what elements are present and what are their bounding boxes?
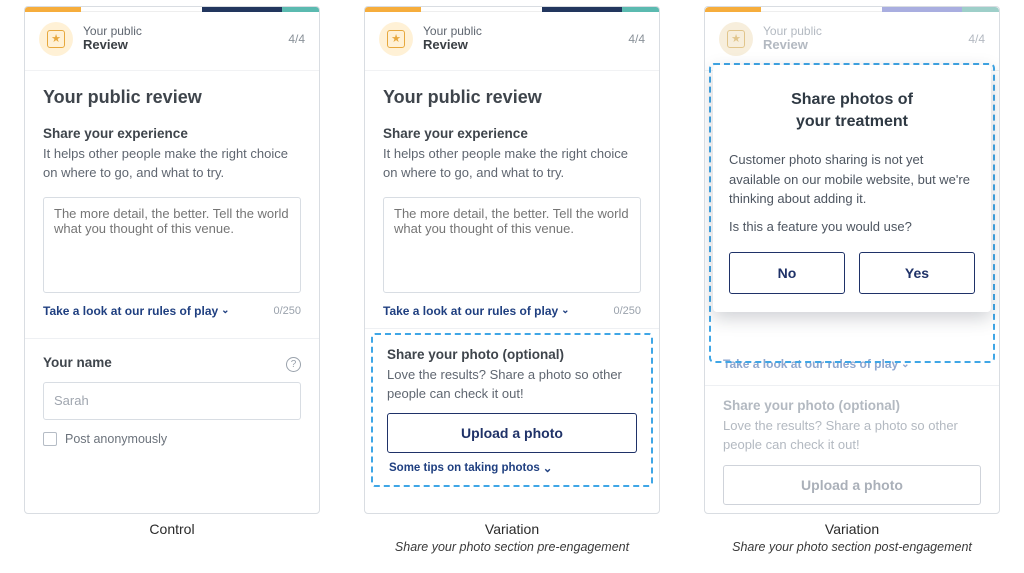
- header-line2: Review: [763, 38, 968, 53]
- header-line1: Your public: [763, 25, 968, 39]
- photo-upload-section: Share your photo (optional) Love the res…: [371, 333, 653, 488]
- header-text: Your public Review: [763, 25, 968, 54]
- header-text: Your public Review: [423, 25, 628, 54]
- header: ★ Your public Review 4/4: [25, 12, 319, 71]
- overlay-buttons: No Yes: [729, 252, 975, 294]
- star-icon: ★: [387, 30, 405, 48]
- rules-link-text: Take a look at our rules of play: [43, 304, 218, 318]
- header-line2: Review: [83, 38, 288, 53]
- header-text: Your public Review: [83, 25, 288, 54]
- page-title: Your public review: [43, 87, 301, 108]
- caption-variation-pre: Variation Share your photo section pre-e…: [395, 520, 629, 556]
- divider: [705, 385, 999, 386]
- anonymous-label: Post anonymously: [65, 432, 167, 446]
- overlay-body: Customer photo sharing is not yet availa…: [729, 150, 975, 209]
- body: Your public review Share your experience…: [25, 71, 319, 456]
- phone-control: ★ Your public Review 4/4 Your public rev…: [24, 6, 320, 514]
- overlay-no-button[interactable]: No: [729, 252, 845, 294]
- anonymous-checkbox[interactable]: [43, 432, 57, 446]
- step-indicator: 4/4: [968, 32, 985, 46]
- photo-tips-link[interactable]: Some tips on taking photos ⌄: [387, 461, 637, 475]
- caption-pre-main: Variation: [395, 520, 629, 539]
- rules-link-text: Take a look at our rules of play: [383, 304, 558, 318]
- rules-of-play-link[interactable]: Take a look at our rules of play ⌄: [723, 357, 910, 371]
- feature-survey-overlay: Share photos of your treatment Customer …: [713, 65, 991, 312]
- step-indicator: 4/4: [628, 32, 645, 46]
- textarea-underrow: Take a look at our rules of play ⌄: [705, 357, 999, 371]
- star-badge-icon: ★: [379, 22, 413, 56]
- header-line1: Your public: [83, 25, 288, 39]
- review-textarea[interactable]: [383, 197, 641, 293]
- progress-bar: [365, 7, 659, 12]
- photo-subhead: Share your photo (optional): [723, 398, 981, 413]
- overlay-title: Share photos of your treatment: [729, 89, 975, 132]
- anon-row: Post anonymously: [43, 432, 301, 446]
- col-variation-pre: ★ Your public Review 4/4 Your public rev…: [364, 6, 660, 556]
- share-desc: It helps other people make the right cho…: [383, 145, 641, 183]
- star-badge-icon: ★: [39, 22, 73, 56]
- star-icon: ★: [727, 30, 745, 48]
- caption-post-sub: Share your photo section post-engagement: [732, 539, 972, 556]
- chevron-down-icon: ⌄: [901, 359, 909, 370]
- rules-of-play-link[interactable]: Take a look at our rules of play ⌄: [43, 304, 230, 318]
- star-badge-icon: ★: [719, 22, 753, 56]
- photo-desc: Love the results? Share a photo so other…: [387, 366, 637, 404]
- share-desc: It helps other people make the right cho…: [43, 145, 301, 183]
- share-subhead: Share your experience: [383, 126, 641, 141]
- name-label: Your name: [43, 355, 112, 370]
- upload-photo-button[interactable]: Upload a photo: [723, 465, 981, 505]
- textarea-underrow: Take a look at our rules of play ⌄ 0/250: [43, 304, 301, 318]
- step-indicator: 4/4: [288, 32, 305, 46]
- star-icon: ★: [47, 30, 65, 48]
- comparison-row: ★ Your public Review 4/4 Your public rev…: [10, 6, 1014, 556]
- name-label-row: Your name ?: [43, 355, 301, 374]
- rules-of-play-link[interactable]: Take a look at our rules of play ⌄: [383, 304, 570, 318]
- caption-post-main: Variation: [732, 520, 972, 539]
- phone-variation-pre: ★ Your public Review 4/4 Your public rev…: [364, 6, 660, 514]
- header-line1: Your public: [423, 25, 628, 39]
- chevron-down-icon: ⌄: [561, 305, 569, 316]
- photo-tips-text: Some tips on taking photos: [389, 462, 540, 474]
- share-subhead: Share your experience: [43, 126, 301, 141]
- col-control: ★ Your public Review 4/4 Your public rev…: [24, 6, 320, 556]
- photo-desc: Love the results? Share a photo so other…: [723, 417, 981, 455]
- divider: [365, 328, 659, 329]
- header: ★ Your public Review 4/4: [365, 12, 659, 71]
- caption-control: Control: [149, 520, 194, 539]
- caption-pre-sub: Share your photo section pre-engagement: [395, 539, 629, 556]
- help-icon[interactable]: ?: [286, 357, 301, 372]
- char-counter: 0/250: [273, 305, 301, 317]
- char-counter: 0/250: [613, 305, 641, 317]
- chevron-down-icon: ⌄: [221, 305, 229, 316]
- page-title: Your public review: [383, 87, 641, 108]
- caption-variation-post: Variation Share your photo section post-…: [732, 520, 972, 556]
- name-input[interactable]: [43, 382, 301, 420]
- overlay-yes-button[interactable]: Yes: [859, 252, 975, 294]
- review-textarea[interactable]: [43, 197, 301, 293]
- photo-upload-section: Share your photo (optional) Love the res…: [709, 392, 995, 513]
- progress-bar: [25, 7, 319, 12]
- col-variation-post: ★ Your public Review 4/4 Take a look at …: [704, 6, 1000, 556]
- upload-photo-button[interactable]: Upload a photo: [387, 413, 637, 453]
- chevron-down-icon: ⌄: [543, 461, 553, 475]
- body: Your public review Share your experience…: [365, 71, 659, 320]
- divider: [25, 338, 319, 339]
- progress-bar: [705, 7, 999, 12]
- photo-subhead: Share your photo (optional): [387, 347, 637, 362]
- rules-link-text: Take a look at our rules of play: [723, 357, 898, 371]
- textarea-underrow: Take a look at our rules of play ⌄ 0/250: [383, 304, 641, 318]
- header-line2: Review: [423, 38, 628, 53]
- phone-variation-post: ★ Your public Review 4/4 Take a look at …: [704, 6, 1000, 514]
- overlay-question: Is this a feature you would use?: [729, 219, 975, 234]
- header: ★ Your public Review 4/4: [705, 12, 999, 71]
- caption-control-main: Control: [149, 520, 194, 539]
